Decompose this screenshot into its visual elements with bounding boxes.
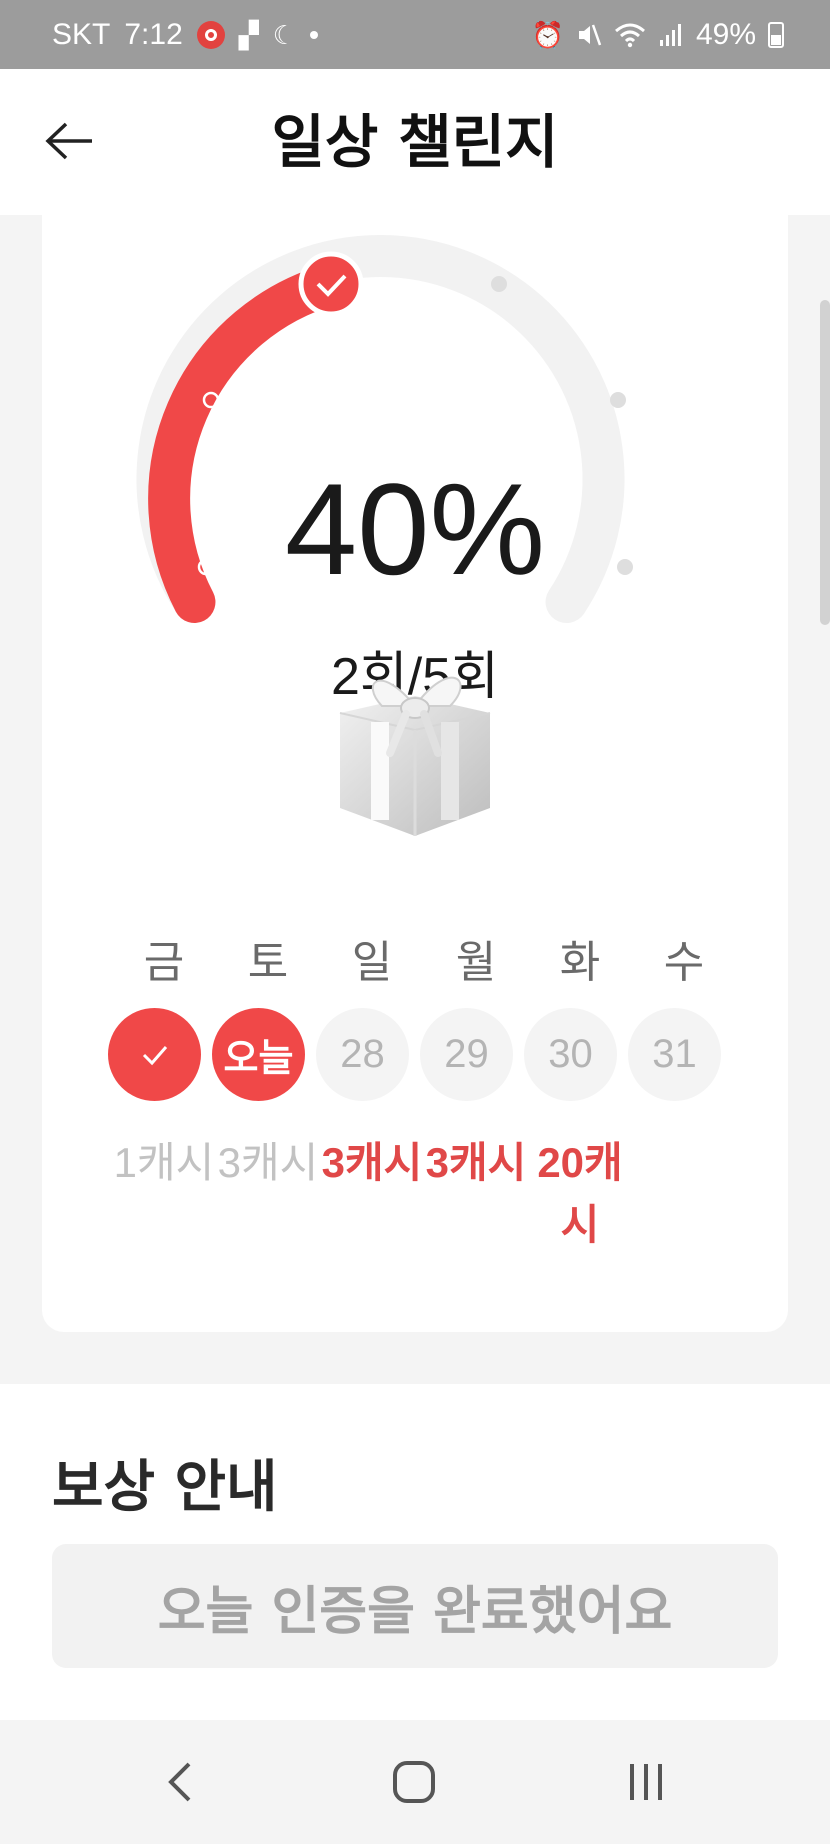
page-title: 일상 챌린지 [271, 108, 559, 176]
battery-icon [768, 21, 784, 48]
weekday-label: 화 [559, 937, 601, 988]
wifi-icon [614, 23, 645, 47]
status-bar: SKT 7:12 ▞ ☾ ⏰ 49% [0, 0, 830, 69]
reward-amount: 3캐시 [321, 1139, 423, 1186]
battery-level: 49% [695, 17, 756, 51]
weekday-label: 월 [455, 937, 497, 988]
reward-amount: 1캐시 [113, 1139, 215, 1186]
moon-icon: ☾ [272, 19, 297, 50]
day-circle-date: 29 [420, 1008, 513, 1101]
checkpoint-marker [610, 392, 626, 408]
reward-amount [632, 1132, 736, 1256]
day-circle-date: 30 [524, 1008, 617, 1101]
weekday-label: 수 [663, 937, 705, 988]
nav-home-button[interactable] [354, 1720, 474, 1844]
challenge-card: 40% 2회/5회 금 토 일 월 화 수 오늘 28 29 30 31 1캐시… [42, 214, 788, 1332]
weekday-label: 토 [247, 937, 289, 988]
photo-icon: ▞ [238, 19, 259, 50]
scrollbar[interactable] [820, 300, 830, 625]
reward-amount: 20캐시 [537, 1139, 623, 1248]
nav-back-button[interactable] [120, 1720, 240, 1844]
reward-row: 1캐시 3캐시 3캐시 3캐시 20캐시 [112, 1132, 736, 1256]
weekday-label: 일 [351, 937, 393, 988]
nav-home-icon [393, 1761, 435, 1803]
clock: 7:12 [124, 17, 183, 51]
nav-recents-button[interactable] [586, 1720, 706, 1844]
carrier: SKT [52, 17, 111, 51]
day-circle-done [108, 1008, 201, 1101]
app-header: 일상 챌린지 [0, 69, 830, 215]
checkpoint-marker [491, 276, 507, 292]
section-title: 보상 안내 [52, 1455, 278, 1520]
mute-icon [578, 24, 602, 45]
alarm-icon: ⏰ [531, 19, 564, 50]
day-circle-date: 31 [628, 1008, 721, 1101]
day-circle-row: 오늘 28 29 30 31 [108, 1008, 721, 1101]
reward-guide-section: 보상 안내 오늘 인증을 완료했어요 [0, 1384, 830, 1720]
weekday-row: 금 토 일 월 화 수 [112, 926, 736, 990]
camera-badge-icon [196, 20, 225, 49]
reward-amount: 3캐시 [425, 1139, 527, 1186]
certification-complete-button[interactable]: 오늘 인증을 완료했어요 [52, 1544, 778, 1668]
day-circle-date: 28 [316, 1008, 409, 1101]
dot-icon [310, 30, 319, 39]
day-circle-today[interactable]: 오늘 [212, 1008, 305, 1101]
nav-recents-icon [630, 1764, 662, 1800]
progress-percent: 40% [284, 456, 546, 602]
reward-amount: 3캐시 [217, 1139, 319, 1186]
system-nav-bar [0, 1720, 830, 1844]
progress-check-icon [298, 251, 364, 317]
weekday-label: 금 [143, 937, 185, 988]
gift-box-icon[interactable] [320, 648, 510, 848]
signal-icon [659, 23, 681, 46]
check-icon [142, 1045, 167, 1065]
nav-back-icon [168, 1762, 191, 1802]
